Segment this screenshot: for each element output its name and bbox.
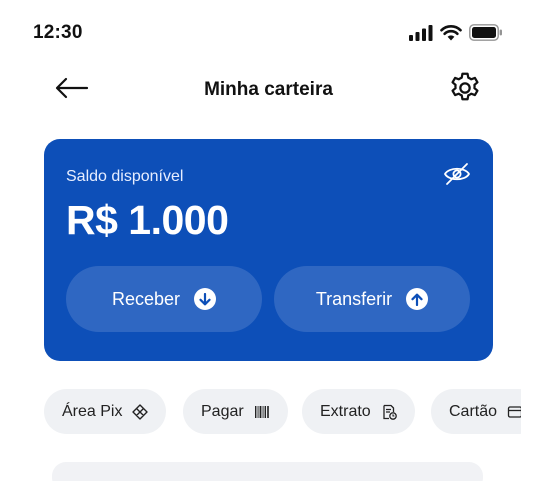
- transfer-button[interactable]: Transferir: [274, 266, 470, 332]
- pix-icon: [132, 403, 149, 420]
- arrow-down-circle-icon: [194, 288, 217, 310]
- chip-label: Pagar: [201, 402, 244, 420]
- chip-area-pix[interactable]: Área Pix: [44, 389, 167, 434]
- status-bar: 12:30: [0, 0, 537, 62]
- balance-label: Saldo disponível: [66, 168, 184, 185]
- wifi-icon: [440, 24, 462, 46]
- status-time: 12:30: [33, 22, 83, 43]
- receive-button-label: Receber: [111, 288, 181, 309]
- chip-extrato[interactable]: Extrato: [302, 389, 415, 434]
- transfer-button-label: Transferir: [315, 288, 393, 309]
- cellular-signal-icon: [409, 24, 433, 46]
- balance-value: R$ 1.000: [66, 197, 229, 243]
- statement-icon: [381, 404, 397, 420]
- chip-pagar[interactable]: Pagar: [183, 389, 288, 434]
- status-icons: [409, 24, 503, 46]
- gear-icon: [447, 70, 483, 111]
- chip-cartao[interactable]: Cartão: [431, 389, 521, 434]
- settings-button[interactable]: [445, 70, 485, 110]
- arrow-up-circle-icon: [406, 288, 429, 310]
- quick-actions-row[interactable]: Área Pix Pagar Extrato Cartão: [44, 389, 521, 435]
- card-icon: [507, 404, 521, 420]
- chip-label: Área Pix: [62, 402, 123, 420]
- header: Minha carteira: [0, 62, 537, 120]
- toggle-balance-visibility-button[interactable]: [442, 162, 472, 191]
- chip-label: Cartão: [449, 402, 498, 420]
- chip-label: Extrato: [320, 402, 371, 420]
- balance-card: Saldo disponível R$ 1.000 Receber Transf…: [44, 139, 493, 361]
- receive-button[interactable]: Receber: [66, 266, 262, 332]
- barcode-icon: [254, 404, 270, 420]
- content-panel: [52, 462, 483, 481]
- eye-off-icon: [443, 162, 471, 191]
- battery-icon: [469, 24, 503, 46]
